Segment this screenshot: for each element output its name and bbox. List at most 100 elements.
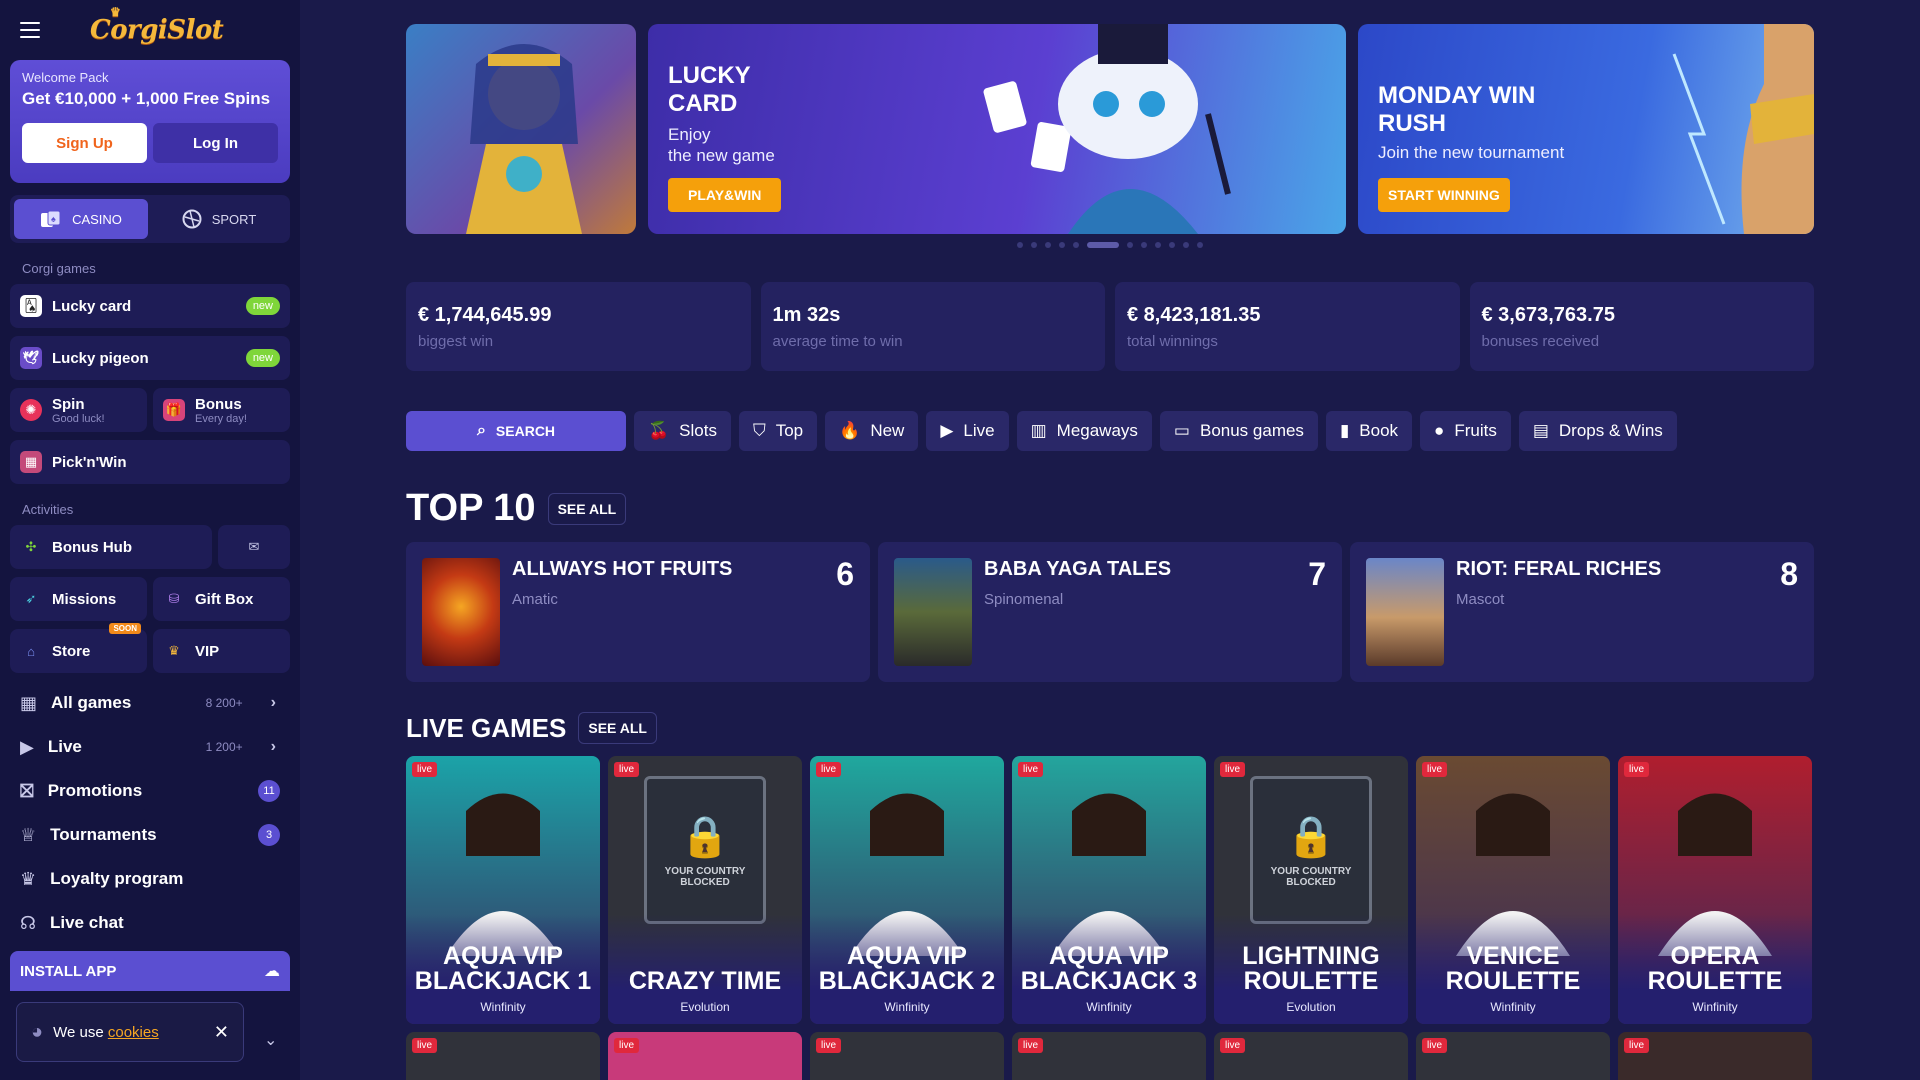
live-game-name: AQUA VIP BLACKJACK 2	[818, 942, 996, 995]
live-game-name: AQUA VIP BLACKJACK 1	[414, 942, 592, 995]
nav-loyalty[interactable]: ♛ Loyalty program	[10, 857, 290, 901]
carousel-dot[interactable]	[1155, 242, 1161, 248]
sidebar-item-missions[interactable]: ➶ Missions	[10, 577, 147, 621]
live-game-card[interactable]: live AQUA VIP BLACKJACK 3 Winfinity	[1012, 756, 1206, 1024]
live-game-card[interactable]: live AQUA VIP BLACKJACK 2 Winfinity	[810, 756, 1004, 1024]
new-badge: new	[245, 349, 280, 367]
live-game-card[interactable]: live	[1012, 1032, 1206, 1080]
cloud-download-icon: ☁	[264, 963, 280, 980]
live-game-card[interactable]: live	[1214, 1032, 1408, 1080]
filter-bonus-games[interactable]: ▭ Bonus games	[1159, 411, 1318, 451]
nav-all-games[interactable]: ▦ All games 8 200+ ›	[10, 681, 290, 725]
nav-tournaments[interactable]: ♕ Tournaments 3	[10, 813, 290, 857]
live-game-card[interactable]: live	[1416, 1032, 1610, 1080]
carousel-dot[interactable]	[1127, 242, 1133, 248]
filter-live[interactable]: ▶ Live	[926, 411, 1009, 451]
live-game-card[interactable]: live 🔒 YOUR COUNTRY BLOCKED LIGHTNING ROULE…	[1214, 756, 1408, 1024]
top10-card[interactable]: ALLWAYS HOT FRUITS Amatic 6	[406, 542, 870, 682]
live-badge: live	[1624, 1038, 1650, 1053]
banner-lucky-card[interactable]: LUCKY CARD Enjoy the new game PLAY&WIN	[648, 24, 1346, 234]
nav-count: 1 200+	[205, 740, 243, 754]
stat-label: biggest win	[418, 333, 494, 350]
top10-card[interactable]: RIOT: FERAL RICHES Mascot 8	[1350, 542, 1814, 682]
sidebar-item-vip[interactable]: ♛ VIP	[153, 629, 290, 673]
filter-label: Fruits	[1454, 421, 1497, 440]
bonus-sub: Every day!	[195, 412, 247, 425]
carousel-dot[interactable]	[1169, 242, 1175, 248]
top10-list: ALLWAYS HOT FRUITS Amatic 6 BABA YAGA TAL…	[406, 542, 1814, 682]
filter-fruits[interactable]: ● Fruits	[1420, 411, 1511, 451]
live-game-card[interactable]: live	[608, 1032, 802, 1080]
carousel-dot[interactable]	[1017, 242, 1023, 248]
sign-up-button[interactable]: Sign Up	[22, 123, 147, 163]
stat-label: average time to win	[772, 333, 903, 350]
live-badge: live	[1422, 1038, 1448, 1053]
carousel-dot[interactable]	[1197, 242, 1203, 248]
banner-egypt[interactable]	[406, 24, 636, 234]
casino-tab[interactable]: ♠ CASINO	[14, 199, 148, 239]
carousel-dot-active[interactable]	[1087, 242, 1119, 248]
top10-card[interactable]: BABA YAGA TALES Spinomenal 7	[878, 542, 1342, 682]
fire-icon: 🔥	[839, 421, 861, 440]
rank-number: 7	[1308, 556, 1326, 592]
mail-button[interactable]: ✉	[218, 525, 290, 569]
sport-icon	[182, 209, 202, 229]
live-game-card[interactable]: live	[406, 1032, 600, 1080]
sidebar-item-gift-box[interactable]: ⛁ Gift Box	[153, 577, 290, 621]
sidebar-item-lucky-card[interactable]: 🂡 Lucky card new	[10, 284, 290, 328]
live-game-card[interactable]: live OPERA ROULETTE Winfinity	[1618, 756, 1812, 1024]
grid-icon: ▦	[20, 692, 38, 713]
filter-drops-wins[interactable]: ▤ Drops & Wins	[1518, 411, 1677, 451]
rank-number: 8	[1780, 556, 1798, 592]
live-badge: live	[614, 762, 640, 777]
sidebar-item-bonus-hub[interactable]: ✣ Bonus Hub	[10, 525, 212, 569]
trophy-icon: ♕	[20, 824, 37, 845]
sidebar-item-store[interactable]: SOON ⌂ Store	[10, 623, 147, 673]
filter-slots[interactable]: 🍒 Slots	[634, 411, 731, 451]
play-win-button[interactable]: PLAY&WIN	[668, 178, 782, 212]
bonus-hub-label: Bonus Hub	[52, 538, 132, 556]
sidebar-item-bonus[interactable]: 🎁 Bonus Every day!	[153, 388, 290, 432]
banner-monday-win-rush[interactable]: MONDAY WIN RUSH Join the new tournament …	[1358, 24, 1814, 234]
sidebar-item-picknwin[interactable]: ▦ Pick'n'Win	[10, 440, 290, 484]
close-icon[interactable]: ✕	[214, 1022, 229, 1043]
stat-card: € 8,423,181.35 total winnings	[1115, 282, 1460, 371]
install-app-button[interactable]: INSTALL APP ☁	[10, 951, 290, 991]
nav-promotions[interactable]: ⛝ Promotions 11	[10, 769, 290, 813]
nav-live-chat[interactable]: ☊ Live chat	[10, 901, 290, 945]
log-in-button[interactable]: Log In	[153, 123, 278, 163]
nav-live[interactable]: ▶ Live 1 200+ ›	[10, 725, 290, 769]
filter-new[interactable]: 🔥 New	[825, 411, 919, 451]
search-button[interactable]: ⌕ SEARCH	[406, 411, 626, 451]
sidebar-item-spin[interactable]: ✺ Spin Good luck!	[10, 388, 147, 432]
live-game-card[interactable]: live	[810, 1032, 1004, 1080]
sport-tab[interactable]: SPORT	[152, 199, 286, 239]
filter-book[interactable]: ▮ Book	[1325, 411, 1413, 451]
lock-icon: 🔒	[680, 814, 730, 859]
filter-megaways[interactable]: ▥ Megaways	[1016, 411, 1152, 451]
filter-top[interactable]: ⛉ Top	[738, 411, 818, 451]
live-game-card[interactable]: live VENICE ROULETTE Winfinity	[1416, 756, 1610, 1024]
cookies-link[interactable]: cookies	[108, 1024, 159, 1041]
carousel-dot[interactable]	[1031, 242, 1037, 248]
sidebar-item-lucky-pigeon[interactable]: 🕊 Lucky pigeon new	[10, 336, 290, 380]
menu-icon[interactable]	[20, 22, 40, 38]
chevron-down-icon[interactable]: ⌄	[264, 1030, 277, 1050]
carousel-dot[interactable]	[1183, 242, 1189, 248]
live-game-name: CRAZY TIME	[628, 967, 782, 995]
chevron-right-icon: ›	[270, 738, 276, 755]
stat-value: € 8,423,181.35	[1127, 304, 1261, 326]
live-game-card[interactable]: live	[1618, 1032, 1812, 1080]
start-winning-button[interactable]: START WINNING	[1378, 178, 1510, 212]
slot-machine-icon: ▥	[1030, 421, 1047, 440]
carousel-dot[interactable]	[1141, 242, 1147, 248]
carousel-dot[interactable]	[1059, 242, 1065, 248]
live-game-card[interactable]: live AQUA VIP BLACKJACK 1 Winfinity	[406, 756, 600, 1024]
top10-see-all[interactable]: SEE ALL	[547, 492, 627, 525]
live-game-card[interactable]: live 🔒 YOUR COUNTRY BLOCKED CRAZY TIME Evolu…	[608, 756, 802, 1024]
live-games-see-all[interactable]: SEE ALL	[578, 712, 657, 744]
logo[interactable]: ♛ CorgiSlot	[90, 5, 224, 45]
cookie-icon: ◕	[31, 1020, 44, 1043]
carousel-dot[interactable]	[1045, 242, 1051, 248]
carousel-dot[interactable]	[1073, 242, 1079, 248]
